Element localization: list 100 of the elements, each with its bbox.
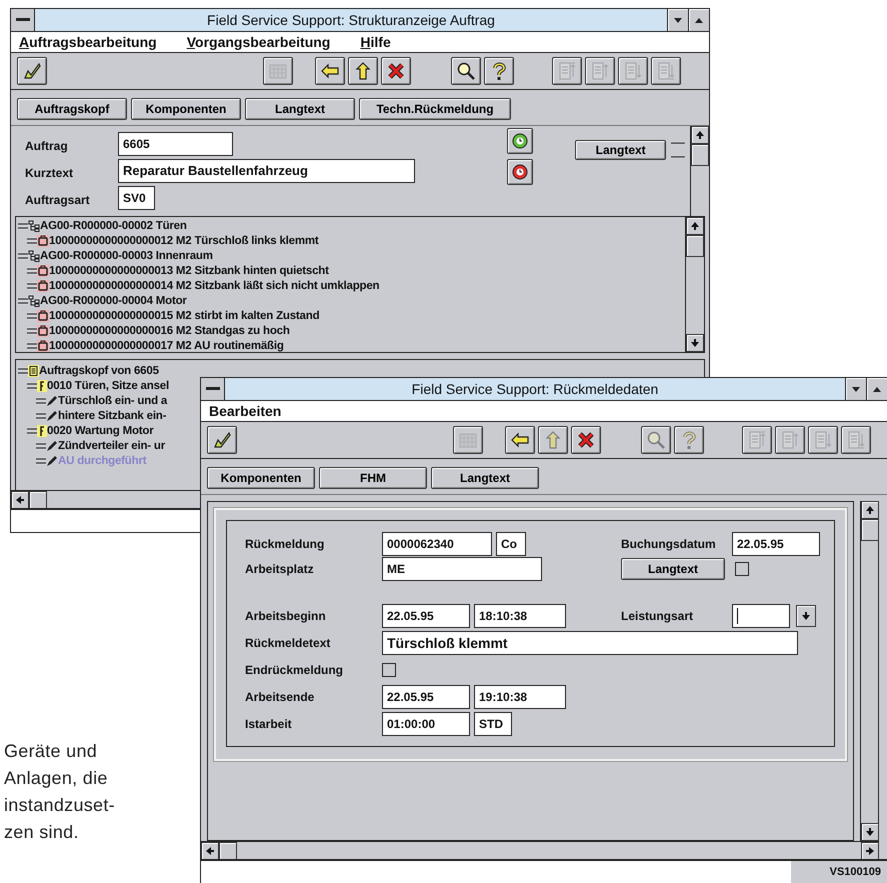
vertical-scrollbar[interactable]: [860, 501, 879, 841]
start-clock-button[interactable]: [507, 128, 534, 154]
field-label: Endrückmeldung: [245, 662, 344, 678]
tab-button[interactable]: FHM: [319, 467, 427, 489]
text-field[interactable]: 22.05.95: [382, 604, 470, 628]
tree-item[interactable]: AG00-R000000-00003 Innenraum: [40, 248, 213, 262]
tree-item[interactable]: 10000000000000000016 M2 Standgas zu hoch: [49, 324, 290, 338]
help-button[interactable]: [484, 57, 514, 85]
field-label: Arbeitsende: [245, 688, 316, 706]
text-field[interactable]: Co: [496, 532, 526, 556]
tree-line-icon: [36, 398, 46, 404]
checkbox[interactable]: [735, 562, 749, 576]
tree-item[interactable]: Türschloß ein- und a: [58, 394, 168, 408]
text-field[interactable]: 22.05.95: [382, 684, 470, 708]
text-field[interactable]: [732, 604, 790, 628]
pencil-icon: [46, 440, 58, 452]
text-field[interactable]: Reparatur Baustellenfahrzeug: [118, 159, 415, 183]
cancel-button[interactable]: [571, 426, 601, 454]
tab-button[interactable]: Komponenten: [207, 467, 315, 489]
confirm-button[interactable]: [207, 426, 237, 454]
tree-item[interactable]: hintere Sitzbank ein-: [58, 408, 166, 422]
tree-line-icon: [18, 298, 28, 304]
vertical-scrollbar[interactable]: [690, 126, 709, 216]
pencil-icon: [46, 410, 58, 422]
up-triangle-icon: [873, 386, 881, 392]
tree-line-icon: [27, 268, 37, 274]
tree-item[interactable]: 10000000000000000013 M2 Sitzbank hinten quietscht: [49, 264, 329, 278]
page-next-icon: [623, 61, 643, 81]
down-arrow-icon: [801, 610, 811, 620]
page-first-icon: [557, 61, 577, 81]
tree-item[interactable]: 0020 Wartung Motor: [47, 424, 154, 438]
text-field[interactable]: STD: [474, 712, 512, 736]
dash-marks-icon: [670, 140, 686, 160]
minimize-button[interactable]: [845, 378, 866, 400]
page-last-icon: [846, 430, 866, 450]
longtext-button[interactable]: Langtext: [621, 558, 725, 580]
text-field[interactable]: 18:10:38: [474, 604, 566, 628]
search-button[interactable]: [451, 57, 481, 85]
tree-item[interactable]: AG00-R000000-00004 Motor: [40, 294, 187, 308]
field-label: Buchungsdatum: [621, 536, 717, 552]
minimize-button[interactable]: [667, 9, 688, 31]
longtext-button[interactable]: Langtext: [575, 140, 666, 160]
tab-button[interactable]: Techn.Rückmeldung: [359, 98, 511, 120]
tree-line-icon: [18, 222, 28, 228]
tree-item[interactable]: 10000000000000000014 M2 Sitzbank läßt sich nicht umklappen: [49, 278, 380, 292]
menu-item[interactable]: Bearbeiten: [209, 401, 282, 421]
stop-clock-button[interactable]: [507, 159, 534, 185]
system-menu-button[interactable]: [11, 9, 35, 31]
dropdown-button[interactable]: [796, 604, 816, 626]
menu-item[interactable]: Auftragsbearbeitung: [19, 32, 157, 52]
scroll-right-icon: [865, 846, 875, 856]
window-title: Field Service Support: Strukturanzeige Auftrag: [206, 11, 496, 30]
tree-item[interactable]: 10000000000000000017 M2 AU routinemäßig: [49, 338, 284, 352]
system-menu-button[interactable]: [201, 378, 225, 400]
field-label: Auftragsart: [25, 192, 91, 209]
tree-item[interactable]: AG00-R000000-00002 Türen: [40, 218, 187, 232]
tree-line-icon: [36, 412, 46, 418]
scroll-thumb[interactable]: [686, 235, 704, 257]
tab-button[interactable]: Langtext: [245, 98, 355, 120]
text-field[interactable]: 0000062340: [382, 532, 492, 556]
scroll-down-icon: [690, 338, 700, 348]
up-button[interactable]: [348, 57, 378, 85]
tree-line-icon: [27, 382, 37, 388]
page-next-icon: [813, 430, 833, 450]
text-field[interactable]: SV0: [118, 186, 155, 210]
back-button[interactable]: [505, 426, 535, 454]
field-label: Arbeitsplatz: [245, 560, 315, 578]
document-icon: [28, 364, 39, 376]
tab-button[interactable]: Komponenten: [131, 98, 241, 120]
down-triangle-icon: [674, 18, 682, 22]
hierarchy-icon: [28, 220, 40, 232]
maximize-button[interactable]: [866, 378, 887, 400]
text-field[interactable]: 01:00:00: [382, 712, 470, 736]
menu-item[interactable]: Vorgangsbearbeitung: [186, 32, 330, 52]
confirm-button[interactable]: [17, 57, 47, 85]
tree-item[interactable]: Auftragskopf von 6605: [39, 364, 159, 378]
scroll-thumb[interactable]: [691, 144, 709, 166]
text-field[interactable]: ME: [382, 556, 542, 580]
tab-button[interactable]: Langtext: [431, 467, 539, 489]
tab-button[interactable]: Auftragskopf: [17, 98, 127, 120]
up-triangle-icon: [695, 18, 703, 22]
tree-item[interactable]: 10000000000000000012 M2 Türschloß links klemmt: [49, 234, 319, 248]
back-button[interactable]: [315, 57, 345, 85]
text-field[interactable]: 22.05.95: [732, 532, 820, 556]
text-field[interactable]: Türschloß klemmt: [382, 630, 798, 654]
horizontal-scrollbar[interactable]: [201, 841, 879, 859]
tree-line-icon: [27, 282, 37, 288]
checkbox[interactable]: [382, 662, 396, 676]
menu-item[interactable]: Hilfe: [360, 32, 391, 52]
text-field[interactable]: 6605: [118, 132, 233, 156]
text-field[interactable]: 19:10:38: [474, 684, 566, 708]
maximize-button[interactable]: [688, 9, 709, 31]
scroll-thumb[interactable]: [861, 519, 879, 541]
tree-item[interactable]: Zündverteiler ein- ur: [58, 438, 165, 452]
cancel-icon: [576, 430, 596, 450]
vertical-scrollbar[interactable]: [685, 217, 704, 352]
cancel-button[interactable]: [381, 57, 411, 85]
tree-item[interactable]: 10000000000000000015 M2 stirbt im kalten Zustand: [49, 308, 320, 322]
scroll-up-icon: [690, 221, 700, 231]
tree-item[interactable]: 0010 Türen, Sitze ansel: [47, 378, 169, 392]
